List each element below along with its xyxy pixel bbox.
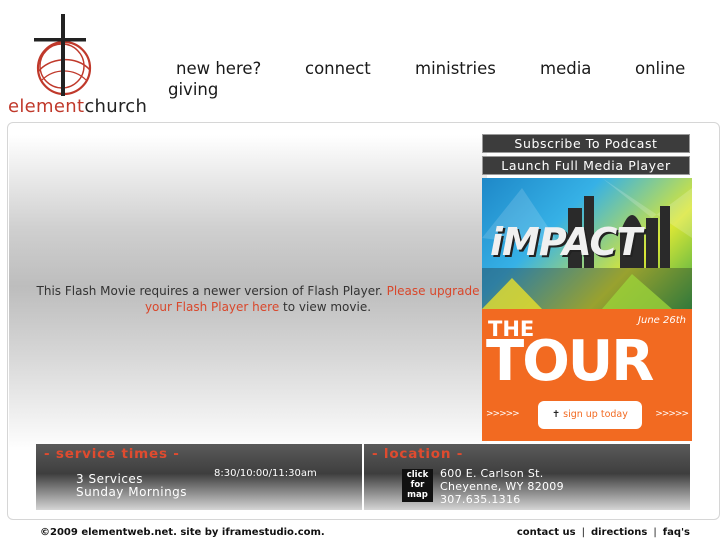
cross-circle-logo-icon [34,14,92,96]
address-line2: Cheyenne, WY 82009 [440,480,564,493]
cross-icon: ✝ [552,409,561,420]
nav-item-connect[interactable]: connect [305,58,371,79]
tour-banner[interactable]: THE June 26th TOUR >>>>> ✝ sign up today… [482,309,692,441]
launch-media-player-button[interactable]: Launch Full Media Player [482,156,690,175]
tour-title: TOUR [486,329,654,394]
tour-date: June 26th [638,315,686,326]
footer-separator: | [581,527,585,538]
address-line1: 600 E. Carlson St. [440,467,544,480]
impact-banner[interactable]: iMPACT [482,178,692,309]
footer-link-contact-us[interactable]: contact us [517,527,576,538]
nav-item-online[interactable]: online [635,58,685,79]
impact-title: iMPACT [490,220,642,264]
nav-item-new-here[interactable]: new here? [176,58,261,79]
church-logo[interactable]: elementchurch [6,12,170,118]
nav-item-media[interactable]: media [540,58,591,79]
location-title: - location - [372,446,464,462]
footer-links: contact us | directions | faq's [517,527,690,538]
service-times-title: - service times - [44,446,180,462]
service-count: 3 Services [76,472,144,486]
footer-separator: | [653,527,657,538]
flash-message-suffix: to view movie. [283,300,372,314]
service-day: Sunday Mornings [76,485,188,499]
service-times-value: 8:30/10:00/11:30am [214,468,317,479]
flash-message-text: This Flash Movie requires a newer versio… [36,284,383,298]
subscribe-podcast-button[interactable]: Subscribe To Podcast [482,134,690,153]
tour-signup-label: sign up today [563,409,628,420]
footer-link-directions[interactable]: directions [591,527,647,538]
flash-upgrade-message: This Flash Movie requires a newer versio… [29,283,487,315]
brand-name-part2: church [84,96,148,117]
nav-item-giving[interactable]: giving [168,79,218,100]
footer-link-faqs[interactable]: faq's [663,527,690,538]
tour-arrows-left: >>>>> [486,409,520,419]
phone-number: 307.635.1316 [440,493,521,506]
tour-signup-button[interactable]: ✝ sign up today [538,401,642,429]
brand-name-part1: element [8,96,85,117]
content-frame: This Flash Movie requires a newer versio… [7,122,720,520]
service-times-panel: - service times - 3 Services Sunday Morn… [36,444,362,510]
address-block: 600 E. Carlson St. Cheyenne, WY 82009 30… [440,467,564,506]
location-panel: - location - click for map 600 E. Carlso… [364,444,690,510]
flash-movie-area: This Flash Movie requires a newer versio… [9,135,487,451]
tour-arrows-right: >>>>> [655,409,689,419]
church-wordmark: elementchurch [8,96,147,117]
nav-item-ministries[interactable]: ministries [415,58,496,79]
click-for-map-button[interactable]: click for map [402,469,433,502]
footer-copyright: ©2009 elementweb.net. site by iframestud… [40,527,325,538]
